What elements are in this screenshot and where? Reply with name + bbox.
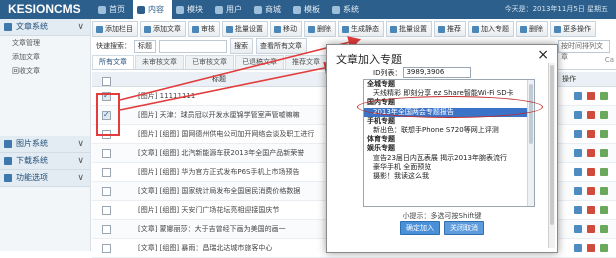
annotation-selection-ellipse	[357, 96, 543, 118]
dialog-hint: 小提示：多选可按Shift键	[402, 212, 482, 220]
topic-group: 全城专题	[367, 80, 395, 88]
id-list-input[interactable]: 3989,3906	[403, 67, 472, 78]
topic-option[interactable]: 宣告23届日内瓦表展 揭示2013年腕表流行	[364, 154, 534, 163]
confirm-add-button[interactable]: 确定加入	[400, 221, 440, 235]
topic-group: 手机专题	[367, 116, 395, 125]
close-cancel-button[interactable]: 关闭取消	[444, 221, 484, 235]
dialog-scrollbar[interactable]	[548, 63, 555, 248]
dialog-buttons: 确定加入 关闭取消	[327, 221, 557, 235]
dialog-title: 文章加入专题	[336, 53, 402, 66]
add-to-topic-dialog: 文章加入专题 × ID列表： 3989,3906 全城专题 天线精彩 即刻分享 e…	[326, 44, 558, 253]
topic-group: 体育专题	[367, 135, 395, 144]
topic-list-scrollbar[interactable]	[527, 80, 534, 206]
close-icon[interactable]: ×	[537, 47, 549, 63]
topic-option[interactable]: 豪华手机 全面预览	[364, 163, 534, 172]
topic-group: 娱乐专题	[367, 144, 395, 153]
id-list-label: ID列表：	[373, 68, 402, 77]
id-list-row: ID列表： 3989,3906	[373, 67, 472, 78]
arrow-to-toolbar	[119, 36, 362, 101]
topic-option[interactable]: 新出色：联想手Phone S720等网上评测	[364, 126, 534, 135]
topic-option[interactable]: 摄影！我读这么我	[364, 172, 534, 181]
